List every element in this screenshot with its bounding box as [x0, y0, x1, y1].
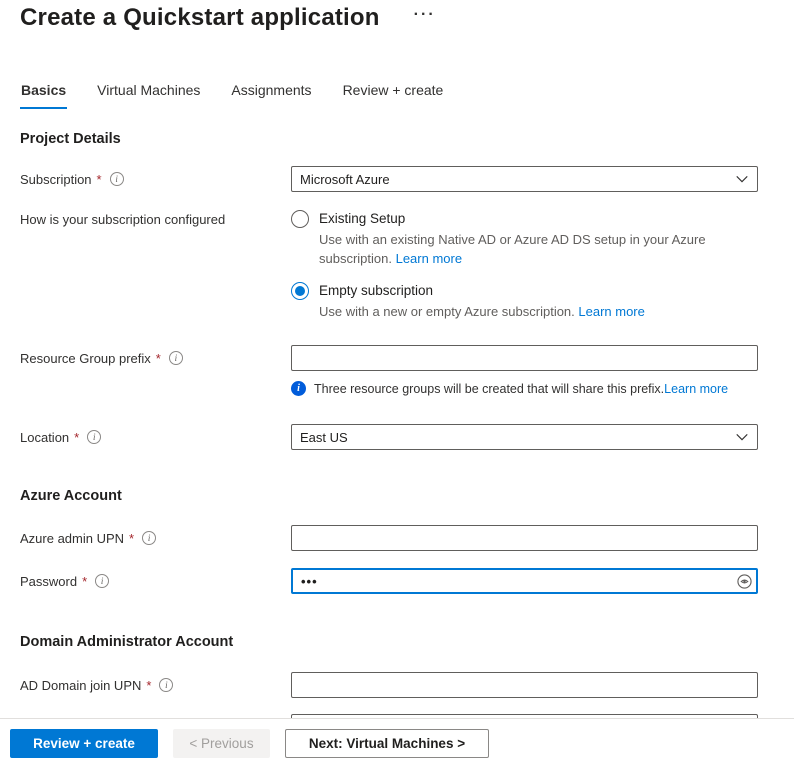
azure-admin-upn-label: Azure admin UPN: [20, 530, 125, 546]
section-project-details: Project Details: [20, 131, 121, 147]
form-content: Project Details Subscription * i Microso…: [0, 131, 794, 740]
learn-more-link[interactable]: Learn more: [396, 251, 462, 266]
next-virtual-machines-button[interactable]: Next: Virtual Machines >: [285, 729, 489, 758]
info-icon[interactable]: i: [159, 678, 174, 692]
radio-existing-setup-description: Use with an existing Native AD or Azure …: [319, 230, 749, 268]
azure-password-input[interactable]: [291, 568, 758, 594]
subscription-select[interactable]: Microsoft Azure: [291, 166, 758, 192]
info-icon[interactable]: i: [142, 531, 157, 545]
learn-more-link[interactable]: Learn more: [578, 304, 644, 319]
required-asterisk: *: [96, 171, 102, 187]
info-icon[interactable]: i: [109, 172, 124, 186]
resource-group-prefix-label: Resource Group prefix: [20, 350, 151, 366]
azure-admin-upn-input[interactable]: [291, 525, 758, 551]
subscription-config-row: How is your subscription configured Exis…: [20, 209, 774, 321]
radio-selected-icon[interactable]: [291, 282, 309, 300]
location-select[interactable]: East US: [291, 424, 758, 450]
required-asterisk: *: [74, 429, 80, 445]
azure-password-row: Password * i: [20, 568, 774, 594]
tab-assignments[interactable]: Assignments: [230, 78, 312, 109]
tab-review-create[interactable]: Review + create: [342, 78, 445, 109]
prefix-info-text: Three resource groups will be created th…: [314, 381, 665, 396]
chevron-down-icon: [736, 433, 748, 441]
ad-domain-join-upn-row: AD Domain join UPN * i: [20, 672, 774, 698]
radio-empty-subscription[interactable]: Empty subscription Use with a new or emp…: [291, 281, 758, 321]
wizard-footer: Review + create < Previous Next: Virtual…: [0, 718, 794, 768]
tab-basics[interactable]: Basics: [20, 78, 68, 109]
azure-password-label: Password: [20, 573, 78, 589]
required-asterisk: *: [82, 573, 88, 589]
azure-admin-upn-row: Azure admin UPN * i: [20, 525, 774, 551]
info-badge-icon: i: [291, 381, 306, 396]
radio-empty-subscription-description: Use with a new or empty Azure subscripti…: [319, 302, 645, 321]
location-label: Location: [20, 429, 70, 445]
reveal-password-icon[interactable]: [735, 572, 753, 590]
tab-virtual-machines[interactable]: Virtual Machines: [96, 78, 201, 109]
required-asterisk: *: [146, 677, 152, 693]
ad-domain-join-upn-label: AD Domain join UPN: [20, 677, 142, 693]
previous-button[interactable]: < Previous: [173, 729, 270, 758]
learn-more-link[interactable]: Learn more: [664, 382, 728, 396]
subscription-select-value: Microsoft Azure: [300, 171, 390, 187]
required-asterisk: *: [129, 530, 135, 546]
info-icon[interactable]: i: [87, 430, 102, 444]
radio-existing-setup[interactable]: Existing Setup Use with an existing Nati…: [291, 209, 758, 268]
location-select-value: East US: [300, 429, 348, 445]
location-row: Location * i East US: [20, 424, 774, 450]
more-options-icon[interactable]: ···: [414, 6, 436, 24]
info-icon[interactable]: i: [95, 574, 110, 588]
page-header: Create a Quickstart application ···: [0, 0, 794, 32]
description-text: Use with a new or empty Azure subscripti…: [319, 304, 579, 319]
section-domain-admin-account: Domain Administrator Account: [20, 634, 234, 650]
radio-existing-setup-label: Existing Setup: [319, 211, 406, 226]
chevron-down-icon: [736, 175, 748, 183]
resource-group-prefix-row: Resource Group prefix * i i Three resour…: [20, 345, 774, 396]
section-azure-account: Azure Account: [20, 488, 122, 504]
page-title: Create a Quickstart application: [20, 4, 380, 31]
review-create-button[interactable]: Review + create: [10, 729, 158, 758]
subscription-row: Subscription * i Microsoft Azure: [20, 166, 774, 192]
subscription-label: Subscription: [20, 171, 92, 187]
prefix-info-banner: i Three resource groups will be created …: [291, 381, 758, 396]
radio-unselected-icon[interactable]: [291, 210, 309, 228]
ad-domain-join-upn-input[interactable]: [291, 672, 758, 698]
subscription-config-label: How is your subscription configured: [20, 212, 226, 227]
description-text: Use with an existing Native AD or Azure …: [319, 232, 706, 266]
resource-group-prefix-input[interactable]: [291, 345, 758, 371]
wizard-tabs: Basics Virtual Machines Assignments Revi…: [0, 78, 794, 109]
info-icon[interactable]: i: [168, 351, 183, 365]
required-asterisk: *: [155, 350, 161, 366]
radio-empty-subscription-label: Empty subscription: [319, 283, 434, 298]
